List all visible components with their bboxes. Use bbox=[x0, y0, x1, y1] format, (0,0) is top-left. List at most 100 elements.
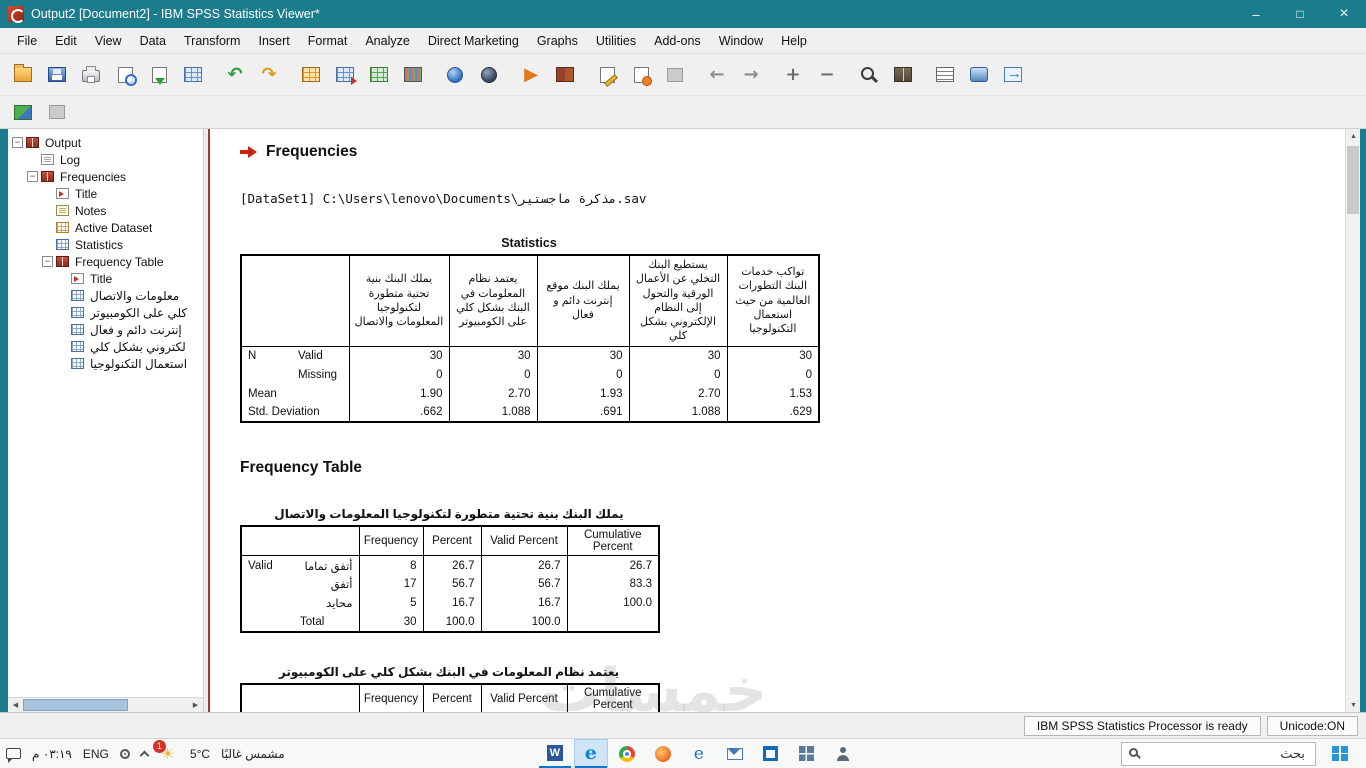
menu-analyze[interactable]: Analyze bbox=[356, 30, 418, 52]
statistics-table[interactable]: يملك البنك بنية تحتية متطورة لتكنولوجيا … bbox=[240, 254, 820, 424]
weather-temp[interactable]: 5°C bbox=[190, 747, 210, 761]
expand-button[interactable]: + bbox=[776, 60, 810, 90]
recall-dialogs-icon bbox=[184, 67, 202, 82]
collapse-toggle[interactable]: − bbox=[42, 256, 53, 267]
menu-view[interactable]: View bbox=[86, 30, 131, 52]
undo-button[interactable]: ↶ bbox=[218, 60, 252, 90]
word-taskbar-button[interactable] bbox=[538, 740, 571, 768]
show-button[interactable] bbox=[852, 60, 886, 90]
chrome-taskbar-button[interactable] bbox=[611, 740, 643, 768]
menu-insert[interactable]: Insert bbox=[249, 30, 298, 52]
demote-button[interactable]: → bbox=[734, 60, 768, 90]
blank-button[interactable] bbox=[40, 97, 74, 127]
people-taskbar-button[interactable] bbox=[827, 740, 859, 768]
insert-heading-button[interactable] bbox=[590, 60, 624, 90]
scroll-thumb[interactable] bbox=[23, 699, 128, 711]
apps-taskbar-button[interactable] bbox=[791, 740, 823, 768]
variables-button[interactable] bbox=[362, 60, 396, 90]
tree-item[interactable]: Active Dataset bbox=[8, 219, 203, 236]
menu-help[interactable]: Help bbox=[772, 30, 816, 52]
print-button[interactable] bbox=[74, 60, 108, 90]
mail-taskbar-button[interactable] bbox=[719, 740, 751, 768]
tree-item[interactable]: − Frequency Table bbox=[8, 253, 203, 270]
start-button[interactable] bbox=[1320, 739, 1360, 768]
tree-item[interactable]: − Frequencies bbox=[8, 168, 203, 185]
tree-item[interactable]: استعمال التكنولوجيا bbox=[8, 355, 203, 372]
insert-title-button[interactable] bbox=[624, 60, 658, 90]
menu-add-ons[interactable]: Add-ons bbox=[645, 30, 710, 52]
cell-value: 2.70 bbox=[628, 384, 728, 404]
action-center-icon[interactable] bbox=[6, 748, 21, 763]
open-button[interactable] bbox=[6, 60, 40, 90]
replace-button[interactable] bbox=[472, 60, 506, 90]
clock[interactable]: ٠٣:١٩ م bbox=[32, 747, 72, 761]
redo-button[interactable]: ↷ bbox=[252, 60, 286, 90]
scroll-left-button[interactable]: ◀ bbox=[8, 698, 23, 712]
export-button[interactable] bbox=[142, 60, 176, 90]
activate-ole-button[interactable] bbox=[962, 60, 996, 90]
frequency-table-1[interactable]: Frequency Percent Valid Percent Cumulati… bbox=[240, 525, 660, 633]
menu-format[interactable]: Format bbox=[299, 30, 357, 52]
tree-item[interactable]: Statistics bbox=[8, 236, 203, 253]
scroll-thumb[interactable] bbox=[1347, 146, 1359, 214]
menu-window[interactable]: Window bbox=[710, 30, 772, 52]
tree-item[interactable]: Notes bbox=[8, 202, 203, 219]
tree-item[interactable]: − Output bbox=[8, 134, 203, 151]
cell-value: 26.7 bbox=[480, 555, 568, 575]
insert-text-button[interactable] bbox=[658, 60, 692, 90]
select-last-output-button[interactable]: ▶ bbox=[514, 60, 548, 90]
tree-item[interactable]: إنترنت دائم و فعال bbox=[8, 321, 203, 338]
goto-variable-button[interactable] bbox=[328, 60, 362, 90]
output-content-pane[interactable]: Frequencies [DataSet1] C:\Users\lenovo\D… bbox=[208, 129, 1345, 712]
weather-label[interactable]: مشمس غالبًا bbox=[221, 747, 285, 761]
find-button[interactable] bbox=[438, 60, 472, 90]
tree-item[interactable]: Title bbox=[8, 185, 203, 202]
location-icon[interactable] bbox=[119, 748, 130, 759]
tree-item[interactable]: Log bbox=[8, 151, 203, 168]
find-icon bbox=[447, 66, 463, 83]
store-taskbar-button[interactable] bbox=[755, 740, 787, 768]
print-preview-button[interactable] bbox=[108, 60, 142, 90]
minimize-button[interactable] bbox=[1234, 0, 1278, 28]
scroll-up-button[interactable]: ▲ bbox=[1346, 129, 1361, 143]
scroll-down-button[interactable]: ▼ bbox=[1346, 698, 1361, 712]
save-button[interactable] bbox=[40, 60, 74, 90]
menu-edit[interactable]: Edit bbox=[46, 30, 86, 52]
menu-data[interactable]: Data bbox=[131, 30, 175, 52]
menu-utilities[interactable]: Utilities bbox=[587, 30, 645, 52]
recall-dialogs-button[interactable] bbox=[176, 60, 210, 90]
collapse-toggle[interactable]: − bbox=[27, 171, 38, 182]
designate-window-button[interactable] bbox=[548, 60, 582, 90]
scroll-track[interactable] bbox=[1346, 143, 1360, 698]
goto-data-button[interactable] bbox=[6, 97, 40, 127]
ie-taskbar-button[interactable] bbox=[683, 740, 715, 768]
scroll-right-button[interactable]: ▶ bbox=[188, 698, 203, 712]
menu-graphs[interactable]: Graphs bbox=[528, 30, 587, 52]
tree-item[interactable]: معلومات والاتصال bbox=[8, 287, 203, 304]
maximize-button[interactable] bbox=[1278, 0, 1322, 28]
outline-size-button[interactable] bbox=[928, 60, 962, 90]
menu-file[interactable]: File bbox=[8, 30, 46, 52]
language-indicator[interactable]: ENG bbox=[83, 747, 109, 761]
run-script-button[interactable] bbox=[996, 60, 1030, 90]
firefox-taskbar-button[interactable] bbox=[647, 740, 679, 768]
close-button[interactable] bbox=[1322, 0, 1366, 28]
search-input[interactable] bbox=[1121, 741, 1316, 766]
collapse-button[interactable]: − bbox=[810, 60, 844, 90]
hide-button[interactable] bbox=[886, 60, 920, 90]
tree-item[interactable]: كلي على الكومبيوتر bbox=[8, 304, 203, 321]
menu-direct-marketing[interactable]: Direct Marketing bbox=[419, 30, 528, 52]
value-labels-button[interactable] bbox=[396, 60, 430, 90]
edge-taskbar-button[interactable] bbox=[573, 738, 608, 768]
export-icon bbox=[151, 66, 167, 85]
hidden-icons-chevron[interactable] bbox=[139, 750, 150, 760]
tree-item[interactable]: Title bbox=[8, 270, 203, 287]
goto-case-button[interactable] bbox=[294, 60, 328, 90]
tree-item[interactable]: لكتروني بشكل كلي bbox=[8, 338, 203, 355]
frequency-table-2[interactable]: Frequency Percent Valid Percent Cumulati… bbox=[240, 682, 660, 712]
promote-button[interactable]: ← bbox=[700, 60, 734, 90]
menu-transform[interactable]: Transform bbox=[175, 30, 250, 52]
weather-icon[interactable]: 1 bbox=[152, 739, 179, 763]
collapse-toggle[interactable]: − bbox=[12, 137, 23, 148]
scroll-track[interactable] bbox=[23, 698, 188, 712]
